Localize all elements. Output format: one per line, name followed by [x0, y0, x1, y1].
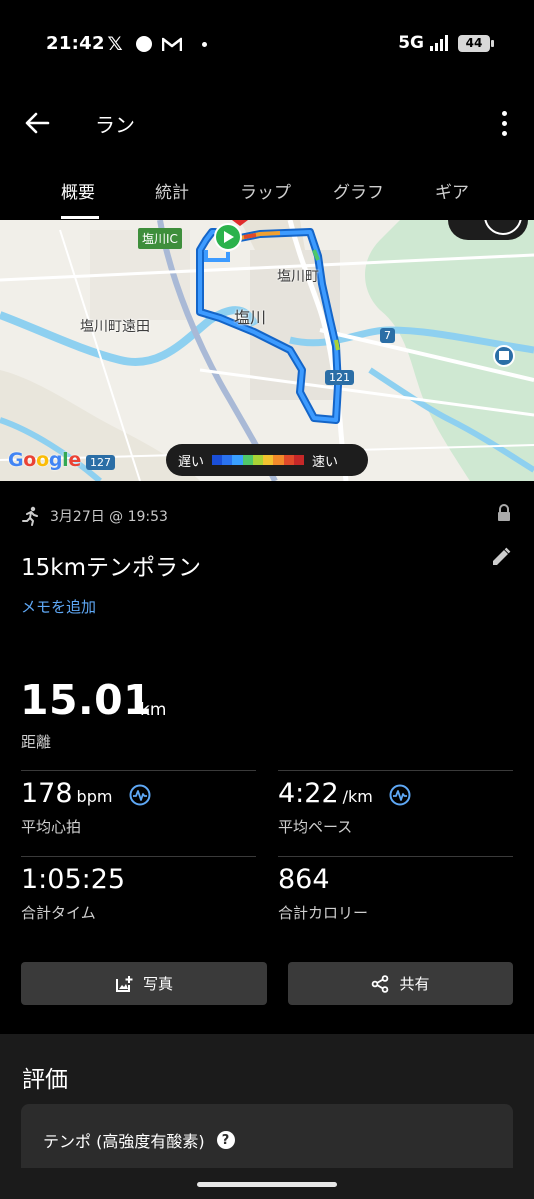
training-effect-label: テンポ (高強度有酸素): [43, 1132, 205, 1151]
add-memo-link[interactable]: メモを追加: [21, 596, 96, 617]
map-layer-button[interactable]: [448, 220, 528, 240]
activity-date: 3月27日 @ 19:53: [50, 509, 168, 525]
avg-pace-value: 4:22: [278, 778, 339, 809]
route-map[interactable]: 塩川IC 塩川町 塩川 塩川町遠田 7 121 127: [0, 220, 534, 481]
map-label-area: 塩川町遠田: [80, 319, 150, 335]
arrow-left-icon: [25, 112, 50, 134]
home-indicator[interactable]: [197, 1182, 337, 1187]
help-icon[interactable]: ?: [216, 1131, 235, 1149]
notification-icons: 𝕏: [104, 33, 207, 55]
dot-icon: [202, 41, 207, 47]
tab-bar: 概要 統計 ラップ グラフ ギア: [0, 168, 534, 220]
distance-label: 距離: [21, 733, 52, 751]
layers-icon: [484, 220, 522, 235]
share-icon: [372, 974, 389, 993]
photo-button-label: 写真: [142, 975, 173, 993]
speed-segment: [283, 455, 294, 465]
app-bar: ラン: [0, 96, 534, 152]
speed-gradient-bar: [212, 455, 304, 465]
speed-segment: [222, 455, 233, 465]
evaluation-card-title: テンポ (高強度有酸素) ?: [43, 1128, 235, 1152]
tab-laps[interactable]: ラップ: [240, 178, 291, 203]
tab-stats[interactable]: 統計: [155, 178, 189, 203]
avg-pace-unit: /km: [342, 787, 373, 806]
activity-title: 15kmテンポラン: [21, 555, 201, 581]
tab-indicator: [61, 216, 99, 219]
total-time-label: 合計タイム: [21, 904, 96, 922]
add-photo-icon: [115, 975, 133, 992]
battery-icon: 44: [458, 34, 494, 52]
speed-legend: 遅い 速い: [166, 444, 368, 476]
tab-gear[interactable]: ギア: [435, 178, 469, 203]
speed-segment: [252, 455, 264, 465]
avg-pace-stat: 4:22/km: [278, 778, 411, 809]
x-icon: 𝕏: [107, 33, 123, 55]
edit-icon[interactable]: [490, 546, 512, 572]
avg-hr-value: 178: [21, 778, 73, 809]
activity-meta: 3月27日 @ 19:53: [22, 506, 168, 526]
evaluation-card-subtext: ...: [43, 1160, 56, 1168]
google-logo: Google: [8, 449, 81, 471]
avg-pace-label: 平均ペース: [278, 818, 353, 836]
map-canvas: [0, 220, 534, 481]
network-type: 5G: [398, 33, 424, 53]
evaluation-heading: 評価: [22, 1067, 68, 1093]
heart-rate-graph-icon[interactable]: [129, 784, 151, 806]
total-time-value: 1:05:25: [21, 864, 126, 895]
pace-graph-icon[interactable]: [389, 784, 411, 806]
battery-level: 44: [465, 36, 483, 50]
photo-button[interactable]: 写真: [21, 962, 267, 1005]
evaluation-card[interactable]: テンポ (高強度有酸素) ? ...: [21, 1104, 513, 1168]
route-badge-121: 121: [325, 370, 354, 385]
speed-segment: [212, 455, 223, 465]
speed-segment: [263, 455, 274, 465]
map-label-ic: 塩川IC: [138, 228, 182, 249]
back-button[interactable]: [20, 106, 54, 140]
calories-label: 合計カロリー: [278, 904, 369, 922]
route-badge-7: 7: [380, 328, 395, 343]
circle-icon: [136, 36, 152, 52]
divider: [278, 856, 513, 857]
speed-segment: [273, 455, 284, 465]
signal-icon: [430, 35, 448, 51]
status-time: 21:42: [46, 33, 105, 54]
map-label-town: 塩川町: [277, 269, 319, 285]
speed-segment: [293, 455, 304, 465]
status-bar: 21:42 𝕏 5G 44: [0, 0, 534, 88]
distance-value: 15.01: [20, 676, 153, 724]
gmail-icon: [162, 37, 182, 51]
divider: [278, 770, 513, 771]
share-button-label: 共有: [399, 975, 430, 993]
share-button[interactable]: 共有: [288, 962, 513, 1005]
avg-hr-label: 平均心拍: [21, 818, 82, 836]
tab-overview[interactable]: 概要: [61, 178, 95, 203]
tab-graph[interactable]: グラフ: [333, 178, 384, 203]
avg-hr-unit: bpm: [76, 787, 113, 806]
lock-icon[interactable]: [496, 503, 512, 527]
speed-segment: [242, 455, 253, 465]
divider: [21, 770, 256, 771]
page-title: ラン: [95, 113, 135, 137]
map-label-station: 塩川: [234, 308, 267, 327]
system-icons: 5G 44: [398, 33, 494, 53]
speed-legend-slow: 遅い: [178, 454, 205, 470]
running-icon: [22, 506, 38, 526]
speed-segment: [232, 455, 243, 465]
divider: [21, 856, 256, 857]
route-badge-127: 127: [86, 455, 115, 470]
speed-legend-fast: 速い: [312, 454, 339, 470]
calories-value: 864: [278, 864, 330, 895]
more-vert-icon[interactable]: [492, 106, 516, 140]
distance-unit: km: [140, 700, 167, 720]
avg-hr-stat: 178 bpm: [21, 778, 151, 809]
